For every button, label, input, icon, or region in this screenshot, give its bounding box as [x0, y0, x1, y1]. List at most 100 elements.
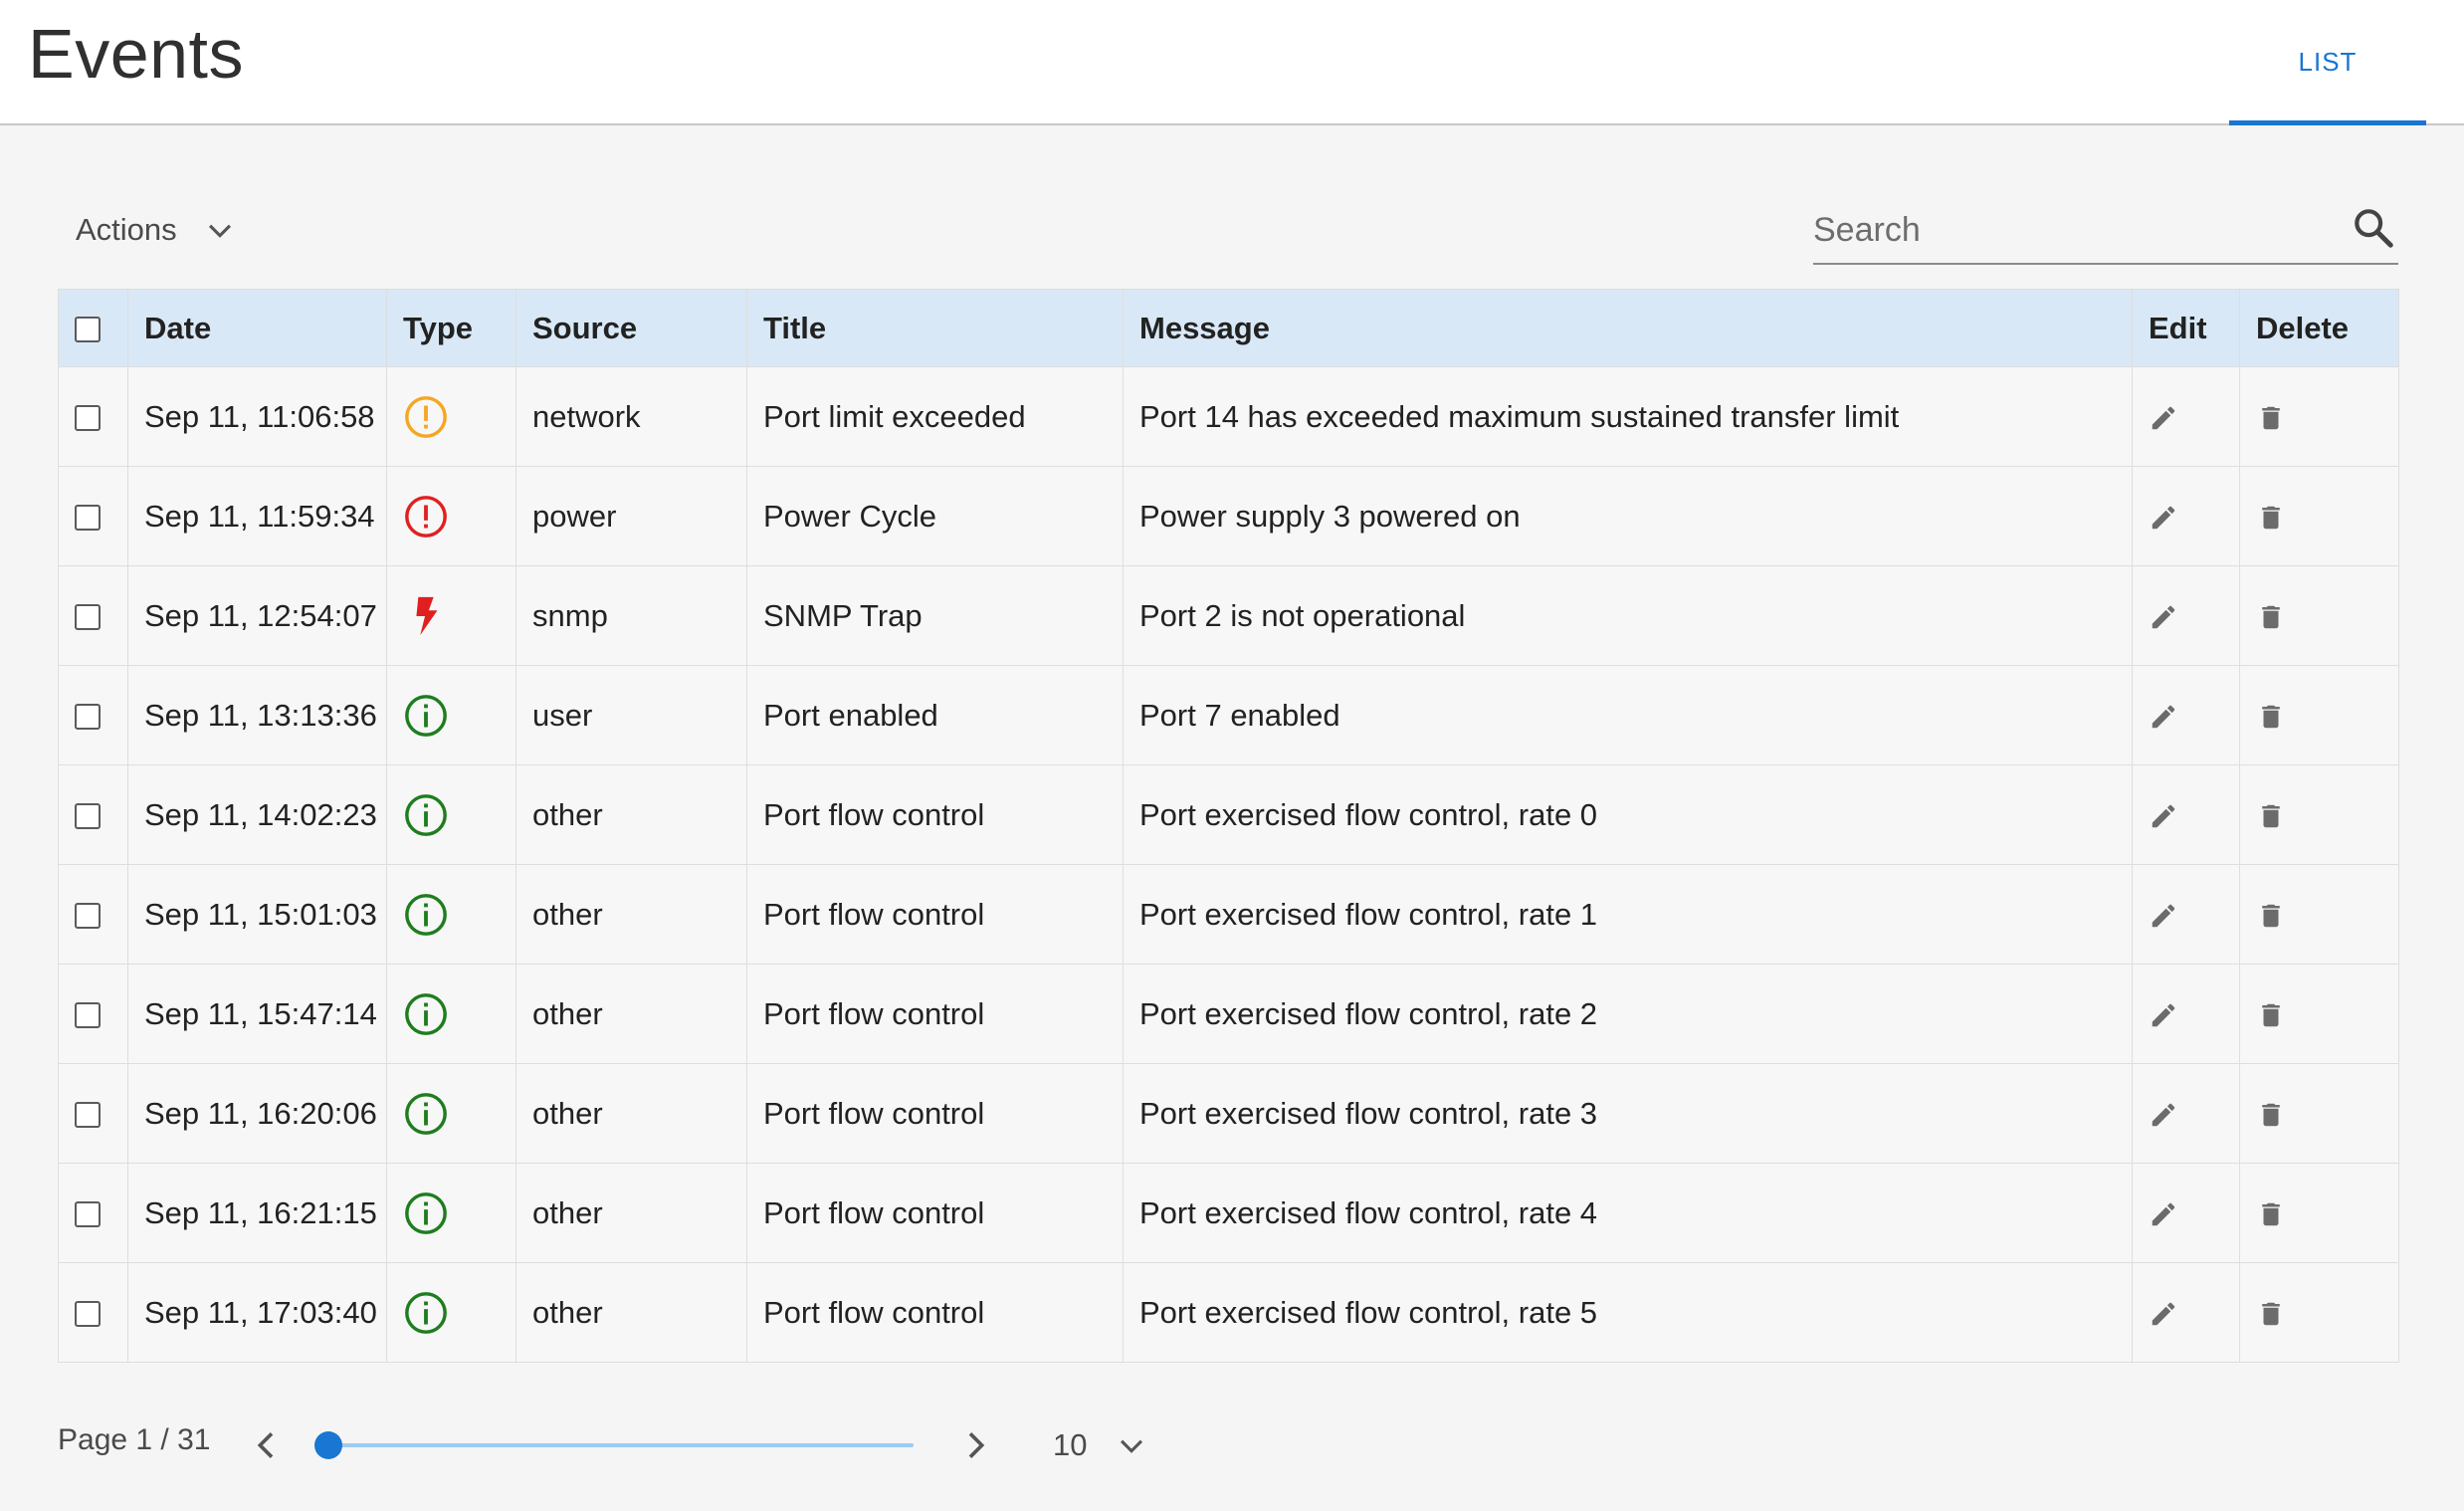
- row-select-cell: [58, 366, 128, 467]
- pencil-icon[interactable]: [2149, 698, 2178, 733]
- table-row[interactable]: Sep 11, 16:21:15 other Port flow control…: [58, 1163, 2399, 1263]
- cell-message: Port exercised flow control, rate 5: [1123, 1262, 2133, 1363]
- page-size-value: 10: [1053, 1427, 1088, 1462]
- search-input[interactable]: [1813, 199, 2331, 261]
- page-slider-thumb[interactable]: [314, 1431, 342, 1459]
- pencil-icon[interactable]: [2149, 797, 2178, 832]
- column-source[interactable]: Source: [515, 289, 747, 367]
- row-select-cell: [58, 1262, 128, 1363]
- cell-delete: [2239, 1262, 2399, 1363]
- info-icon: [403, 1191, 449, 1234]
- info-icon: [403, 1092, 449, 1135]
- cell-source: power: [515, 466, 747, 566]
- cell-message: Port 2 is not operational: [1123, 565, 2133, 666]
- page-slider-track[interactable]: [328, 1443, 914, 1447]
- cell-edit: [2132, 565, 2240, 666]
- column-date[interactable]: Date: [127, 289, 387, 367]
- table-row[interactable]: Sep 11, 15:01:03 other Port flow control…: [58, 864, 2399, 965]
- row-select-cell: [58, 1163, 128, 1263]
- cell-message: Port 7 enabled: [1123, 665, 2133, 765]
- chevron-right-icon[interactable]: [955, 1425, 995, 1465]
- cell-source: other: [515, 964, 747, 1064]
- table-row[interactable]: Sep 11, 15:47:14 other Port flow control…: [58, 964, 2399, 1064]
- row-select-cell: [58, 565, 128, 666]
- table-row[interactable]: Sep 11, 17:03:40 other Port flow control…: [58, 1262, 2399, 1363]
- select-all-cell: [58, 289, 128, 367]
- column-title[interactable]: Title: [746, 289, 1124, 367]
- pencil-icon[interactable]: [2149, 1295, 2178, 1330]
- cell-delete: [2239, 665, 2399, 765]
- table-row[interactable]: Sep 11, 16:20:06 other Port flow control…: [58, 1063, 2399, 1164]
- pagination: Page 1 / 31 10: [58, 1413, 1252, 1473]
- column-message[interactable]: Message: [1123, 289, 2133, 367]
- row-checkbox[interactable]: [75, 903, 101, 930]
- row-checkbox[interactable]: [75, 803, 101, 830]
- trash-icon[interactable]: [2256, 1295, 2286, 1330]
- trash-icon[interactable]: [2256, 698, 2286, 733]
- table-row[interactable]: Sep 11, 11:06:58 network Port limit exce…: [58, 366, 2399, 467]
- trash-icon[interactable]: [2256, 996, 2286, 1031]
- row-checkbox[interactable]: [75, 604, 101, 631]
- pencil-icon[interactable]: [2149, 499, 2178, 534]
- cell-source: other: [515, 764, 747, 865]
- row-checkbox[interactable]: [75, 704, 101, 731]
- table-row[interactable]: Sep 11, 14:02:23 other Port flow control…: [58, 764, 2399, 865]
- cell-edit: [2132, 764, 2240, 865]
- cell-date: Sep 11, 12:54:07: [127, 565, 387, 666]
- trash-icon[interactable]: [2256, 1195, 2286, 1230]
- select-all-checkbox[interactable]: [75, 317, 101, 343]
- pencil-icon[interactable]: [2149, 1096, 2178, 1131]
- cell-edit: [2132, 466, 2240, 566]
- chevron-left-icon[interactable]: [247, 1425, 287, 1465]
- tab-list[interactable]: LIST: [2229, 0, 2426, 125]
- row-checkbox[interactable]: [75, 1201, 101, 1228]
- cell-date: Sep 11, 13:13:36: [127, 665, 387, 765]
- cell-edit: [2132, 366, 2240, 467]
- trash-icon[interactable]: [2256, 797, 2286, 832]
- trash-icon[interactable]: [2256, 399, 2286, 434]
- search-icon[interactable]: [2351, 205, 2396, 251]
- trash-icon[interactable]: [2256, 1096, 2286, 1131]
- trash-icon[interactable]: [2256, 499, 2286, 534]
- table-row[interactable]: Sep 11, 12:54:07 snmp SNMP Trap Port 2 i…: [58, 565, 2399, 666]
- info-icon: [403, 793, 449, 836]
- row-checkbox[interactable]: [75, 1301, 101, 1328]
- cell-message: Port exercised flow control, rate 3: [1123, 1063, 2133, 1164]
- page-size-select[interactable]: 10: [1053, 1421, 1148, 1469]
- cell-title: SNMP Trap: [746, 565, 1124, 666]
- cell-source: snmp: [515, 565, 747, 666]
- table-row[interactable]: Sep 11, 11:59:34 power Power Cycle Power…: [58, 466, 2399, 566]
- table-row[interactable]: Sep 11, 13:13:36 user Port enabled Port …: [58, 665, 2399, 765]
- cell-delete: [2239, 1063, 2399, 1164]
- cell-edit: [2132, 1063, 2240, 1164]
- cell-source: user: [515, 665, 747, 765]
- row-checkbox[interactable]: [75, 505, 101, 532]
- cell-source: other: [515, 1163, 747, 1263]
- cell-message: Power supply 3 powered on: [1123, 466, 2133, 566]
- cell-date: Sep 11, 15:47:14: [127, 964, 387, 1064]
- pencil-icon[interactable]: [2149, 897, 2178, 932]
- cell-date: Sep 11, 16:20:06: [127, 1063, 387, 1164]
- cell-delete: [2239, 466, 2399, 566]
- cell-type: [386, 366, 516, 467]
- lightning-icon: [403, 596, 449, 635]
- pencil-icon[interactable]: [2149, 399, 2178, 434]
- actions-menu[interactable]: Actions: [76, 205, 237, 255]
- pencil-icon[interactable]: [2149, 598, 2178, 633]
- row-checkbox[interactable]: [75, 1102, 101, 1129]
- cell-message: Port 14 has exceeded maximum sustained t…: [1123, 366, 2133, 467]
- error-icon: [403, 495, 449, 538]
- column-type[interactable]: Type: [386, 289, 516, 367]
- info-icon: [403, 992, 449, 1035]
- row-checkbox[interactable]: [75, 1002, 101, 1029]
- app-header: Events LIST: [0, 0, 2464, 125]
- trash-icon[interactable]: [2256, 897, 2286, 932]
- pencil-icon[interactable]: [2149, 996, 2178, 1031]
- cell-message: Port exercised flow control, rate 2: [1123, 964, 2133, 1064]
- pencil-icon[interactable]: [2149, 1195, 2178, 1230]
- cell-edit: [2132, 864, 2240, 965]
- row-checkbox[interactable]: [75, 405, 101, 432]
- trash-icon[interactable]: [2256, 598, 2286, 633]
- cell-message: Port exercised flow control, rate 0: [1123, 764, 2133, 865]
- cell-type: [386, 1063, 516, 1164]
